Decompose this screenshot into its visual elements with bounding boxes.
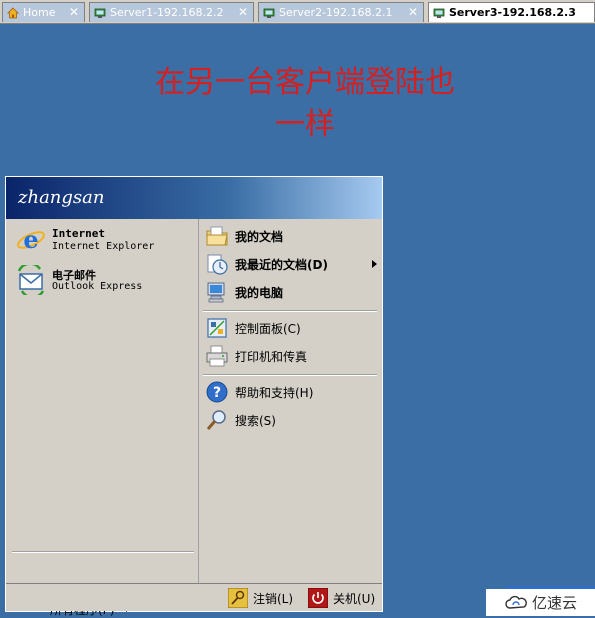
control-panel-icon	[207, 318, 227, 338]
place-recent-documents[interactable]: 我最近的文档(D)	[203, 251, 379, 277]
desktop-message: 在另一台客户端登陆也 一样	[120, 62, 490, 146]
place-my-computer[interactable]: 我的电脑	[203, 279, 379, 305]
place-search[interactable]: 搜索(S)	[203, 407, 379, 433]
places-list: 我的文档 我最近的文档(D) 我的电脑 控制面板(C) 打印机和传真 ? 帮助和…	[198, 219, 382, 583]
close-icon[interactable]: ✕	[407, 6, 419, 18]
shutdown-button[interactable]: 关机(U)	[308, 587, 375, 609]
start-menu-header: zhangsan	[6, 177, 382, 219]
chevron-right-icon	[372, 260, 377, 268]
pinned-programs: e Internet Internet Explorer 电子邮件 Outloo…	[6, 219, 198, 617]
tab-label: Server1-192.168.2.2	[110, 6, 224, 19]
watermark: 亿速云	[486, 589, 595, 616]
username: zhangsan	[18, 187, 105, 208]
internet-explorer-icon: e	[17, 225, 45, 254]
place-label: 我最近的文档(D)	[235, 258, 328, 272]
place-label: 控制面板(C)	[235, 322, 301, 336]
close-icon[interactable]: ✕	[237, 6, 249, 18]
divider	[203, 374, 377, 376]
start-menu-footer: 注销(L) 关机(U)	[6, 583, 382, 611]
server-icon	[263, 8, 275, 18]
outlook-express-icon	[17, 265, 45, 295]
my-documents-icon	[206, 226, 228, 246]
tab-home[interactable]: Home ✕	[2, 2, 85, 22]
place-my-documents[interactable]: 我的文档	[203, 223, 379, 249]
tab-bar: Home ✕ Server1-192.168.2.2 ✕ Server2-192…	[0, 0, 595, 24]
place-control-panel[interactable]: 控制面板(C)	[203, 315, 379, 341]
place-printers[interactable]: 打印机和传真	[203, 343, 379, 369]
desktop-message-line2: 一样	[275, 107, 335, 142]
logoff-button[interactable]: 注销(L)	[228, 587, 293, 609]
pinned-subtitle: Outlook Express	[52, 281, 143, 292]
svg-text:e: e	[23, 225, 38, 254]
place-label: 搜索(S)	[235, 414, 276, 428]
place-label: 打印机和传真	[235, 350, 308, 364]
server-icon	[94, 8, 106, 18]
place-help[interactable]: ? 帮助和支持(H)	[203, 379, 379, 405]
divider	[203, 310, 377, 312]
desktop-message-line1: 在另一台客户端登陆也	[155, 65, 455, 100]
cloud-logo-icon	[505, 595, 527, 609]
pinned-internet[interactable]: e Internet Internet Explorer	[14, 223, 194, 259]
tab-server3[interactable]: Server3-192.168.2.3	[428, 2, 595, 22]
watermark-text: 亿速云	[532, 594, 578, 612]
tab-server2[interactable]: Server2-192.168.2.1 ✕	[258, 2, 424, 22]
recent-documents-icon	[207, 254, 228, 275]
logoff-label: 注销(L)	[253, 591, 294, 606]
pinned-subtitle: Internet Explorer	[52, 241, 155, 252]
power-icon	[308, 588, 328, 608]
home-icon	[7, 6, 19, 18]
my-computer-icon	[207, 282, 225, 303]
close-icon[interactable]: ✕	[68, 6, 80, 18]
place-label: 我的文档	[235, 230, 284, 244]
tab-label: Home	[23, 6, 56, 19]
shutdown-label: 关机(U)	[333, 591, 376, 606]
place-label: 我的电脑	[235, 286, 284, 300]
help-icon: ?	[206, 381, 228, 403]
printers-icon	[206, 345, 228, 367]
pinned-email[interactable]: 电子邮件 Outlook Express	[14, 263, 194, 299]
search-icon	[206, 410, 226, 430]
server-icon	[433, 8, 445, 18]
place-label: 帮助和支持(H)	[235, 386, 314, 400]
key-icon	[228, 588, 248, 608]
tab-label: Server3-192.168.2.3	[449, 6, 576, 19]
tab-label: Server2-192.168.2.1	[279, 6, 393, 19]
divider	[12, 551, 194, 553]
pinned-title: Internet	[52, 227, 105, 240]
svg-text:?: ?	[213, 385, 221, 401]
start-menu: zhangsan e Internet Internet Explorer 电子…	[5, 176, 383, 617]
tab-server1[interactable]: Server1-192.168.2.2 ✕	[89, 2, 254, 22]
